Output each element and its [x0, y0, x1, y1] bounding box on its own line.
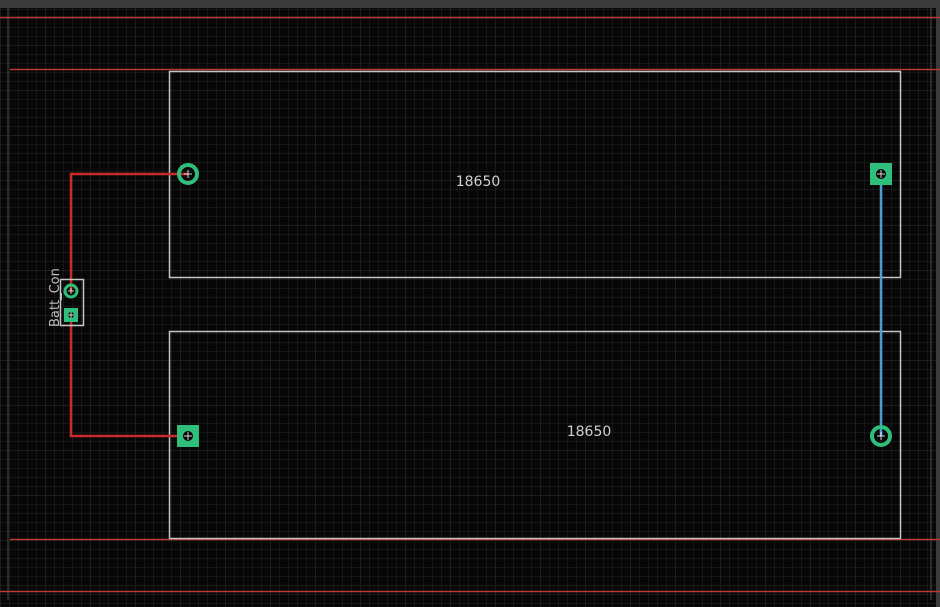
- connector-ref-designator: Batt_Con: [48, 268, 63, 327]
- square-pad-icon[interactable]: [64, 308, 78, 322]
- battery-holder-label-1: 18650: [456, 174, 501, 190]
- battery-holder-label-2: 18650: [567, 424, 612, 440]
- pcb-editor-canvas[interactable]: 18650 18650 Batt_Con: [0, 0, 940, 607]
- workspace-grid: [0, 8, 936, 607]
- square-pad-icon[interactable]: [870, 163, 892, 185]
- square-pad-icon[interactable]: [177, 425, 199, 447]
